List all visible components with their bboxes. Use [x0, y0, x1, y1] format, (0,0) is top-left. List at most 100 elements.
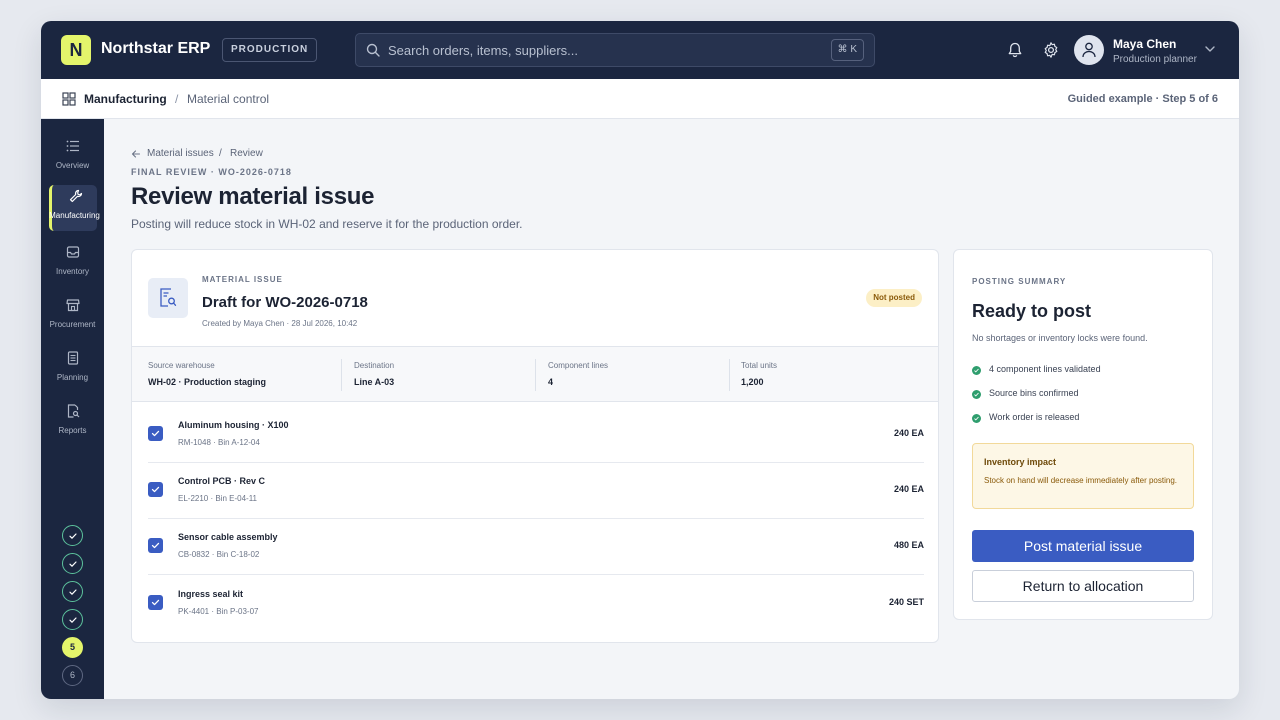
sidebar-item-reports[interactable]: Reports [41, 400, 104, 446]
user-name[interactable]: Maya Chen [1113, 37, 1176, 51]
environment-badge: PRODUCTION [222, 38, 318, 62]
line-quantity: 240 SET [888, 597, 924, 607]
page-eyebrow: FINAL REVIEW · WO-2026-0718 [131, 167, 292, 177]
check-icon [69, 589, 77, 595]
sidebar-item-manufacturing[interactable]: Manufacturing [49, 185, 100, 231]
line-checkbox[interactable] [148, 482, 163, 497]
line-meta: PK-4401 · Bin P-03-07 [178, 607, 259, 616]
impact-body: Stock on hand will decrease immediately … [984, 476, 1177, 485]
check-icon [151, 542, 160, 549]
step-indicator-6[interactable]: 6 [62, 665, 83, 686]
bell-icon[interactable] [1006, 41, 1024, 59]
step-indicator-5[interactable]: 5 [62, 637, 83, 658]
app-name: Northstar ERP [101, 40, 211, 57]
impact-title: Inventory impact [984, 457, 1057, 467]
list-item: Ingress seal kit PK-4401 · Bin P-03-07 2… [132, 575, 938, 631]
step-indicator-3[interactable] [62, 581, 83, 602]
breadcrumb-separator: / [219, 148, 222, 159]
list-icon [66, 140, 79, 152]
posting-summary-panel: POSTING SUMMARY Ready to post No shortag… [953, 249, 1213, 620]
line-quantity: 240 EA [893, 428, 924, 438]
summary-subtitle: No shortages or inventory locks were fou… [972, 333, 1148, 343]
step-indicator-1[interactable] [62, 525, 83, 546]
check-circle-icon [972, 390, 981, 399]
line-meta: RM-1048 · Bin A-12-04 [178, 438, 260, 447]
stat-label: Destination [354, 361, 395, 370]
grid-icon[interactable] [62, 92, 76, 106]
avatar[interactable] [1074, 35, 1104, 65]
card-title: Draft for WO-2026-0718 [202, 294, 368, 311]
sidebar-item-procurement[interactable]: Procurement [41, 294, 104, 340]
step-indicator-4[interactable] [62, 609, 83, 630]
summary-title: Ready to post [972, 301, 1092, 321]
stat-value: Line A-03 [354, 377, 395, 387]
divider [341, 359, 342, 391]
inventory-impact-notice: Inventory impact Stock on hand will decr… [972, 443, 1194, 509]
material-issue-card: MATERIAL ISSUE Draft for WO-2026-0718 Cr… [131, 249, 939, 643]
sidebar-item-planning[interactable]: Planning [41, 347, 104, 393]
gear-icon[interactable] [1042, 41, 1060, 59]
divider [535, 359, 536, 391]
breadcrumb-module[interactable]: Manufacturing [84, 92, 167, 106]
line-name: Control PCB · Rev C [178, 476, 266, 486]
sidebar-item-label: Inventory [56, 267, 89, 276]
guide-step-indicator: Guided example · Step 5 of 6 [1067, 93, 1218, 105]
app-window: N Northstar ERP PRODUCTION ⌘ K Maya Chen… [41, 21, 1239, 699]
card-eyebrow: MATERIAL ISSUE [202, 275, 283, 284]
check-circle-icon [972, 414, 981, 423]
stat-value: 1,200 [741, 377, 764, 387]
module-breadcrumb-bar: Manufacturing / Material control Guided … [41, 79, 1239, 119]
line-name: Aluminum housing · X100 [178, 420, 289, 430]
list-item: Aluminum housing · X100 RM-1048 · Bin A-… [132, 406, 938, 462]
check-icon [151, 486, 160, 493]
sidebar-item-label: Procurement [49, 320, 96, 329]
line-checkbox[interactable] [148, 538, 163, 553]
line-checkbox[interactable] [148, 595, 163, 610]
arrow-left-icon[interactable] [131, 149, 141, 159]
breadcrumb-page[interactable]: Material control [187, 92, 269, 106]
search-input[interactable] [388, 34, 788, 66]
stat-label: Component lines [548, 361, 609, 370]
stat-value: 4 [548, 377, 554, 387]
inbox-icon [66, 246, 80, 258]
page-title: Review material issue [131, 183, 375, 210]
sidebar-item-overview[interactable]: Overview [41, 135, 104, 181]
search-icon [366, 43, 380, 57]
line-name: Sensor cable assembly [178, 532, 278, 542]
search-shortcut: ⌘ K [830, 39, 864, 61]
validation-text: Source bins confirmed [989, 388, 1079, 398]
sidebar-nav: Overview Manufacturing Inventory Procure… [41, 119, 104, 699]
line-meta: EL-2210 · Bin E-04-11 [178, 494, 258, 503]
breadcrumb-review: Review [230, 148, 263, 159]
user-icon [1082, 42, 1096, 58]
stat-label: Total units [741, 361, 778, 370]
document-search-icon [148, 278, 188, 318]
status-badge: Not posted [866, 289, 922, 307]
check-icon [69, 561, 77, 567]
sidebar-item-label: Planning [56, 373, 89, 382]
breadcrumb-material-issues[interactable]: Material issues [147, 148, 214, 159]
top-bar: N Northstar ERP PRODUCTION ⌘ K Maya Chen… [41, 21, 1239, 79]
stat-label: Source warehouse [148, 361, 215, 370]
wrench-icon [69, 189, 83, 203]
sidebar-item-label: Manufacturing [49, 211, 100, 220]
breadcrumb-separator: / [175, 92, 179, 106]
validation-text: 4 component lines validated [989, 364, 1101, 374]
summary-eyebrow: POSTING SUMMARY [972, 277, 1067, 286]
post-material-issue-button[interactable]: Post material issue [972, 530, 1194, 562]
document-icon [67, 351, 79, 365]
report-search-icon [67, 404, 80, 418]
sidebar-item-label: Reports [58, 426, 87, 435]
sidebar-item-inventory[interactable]: Inventory [41, 241, 104, 287]
card-meta: Created by Maya Chen · 28 Jul 2026, 10:4… [202, 319, 358, 328]
step-indicator-2[interactable] [62, 553, 83, 574]
return-to-allocation-button[interactable]: Return to allocation [972, 570, 1194, 602]
check-icon [151, 430, 160, 437]
line-meta: CB-0832 · Bin C-18-02 [178, 550, 260, 559]
global-search[interactable]: ⌘ K [355, 33, 875, 67]
chevron-down-icon[interactable] [1204, 44, 1216, 54]
line-checkbox[interactable] [148, 426, 163, 441]
app-logo[interactable]: N [61, 35, 91, 65]
check-icon [69, 533, 77, 539]
validation-text: Work order is released [989, 412, 1080, 422]
